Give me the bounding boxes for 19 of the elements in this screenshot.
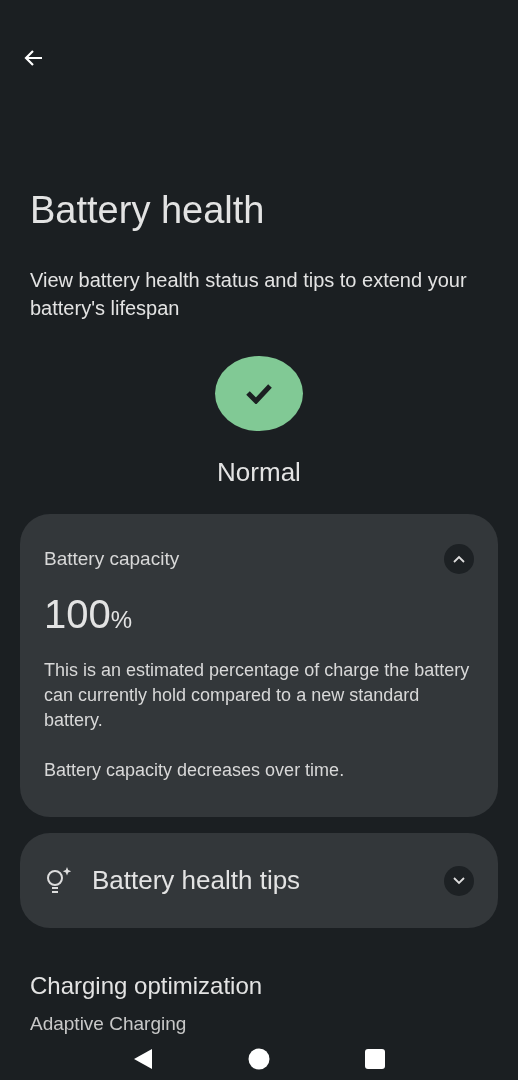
lightbulb-icon — [44, 865, 72, 896]
chevron-up-icon — [452, 554, 466, 564]
card-description: This is an estimated percentage of charge the battery can currently hold compared to a new standard battery. — [44, 659, 471, 733]
card-title: Battery health tips — [92, 864, 302, 898]
section-title: Charging optimization — [30, 971, 264, 1002]
page-title: Battery health — [30, 188, 266, 233]
home-nav-button[interactable] — [248, 1048, 270, 1071]
collapse-button[interactable] — [444, 544, 474, 575]
expand-button[interactable] — [444, 865, 474, 896]
back-nav-button[interactable] — [133, 1048, 153, 1071]
card-description: Battery capacity decreases over time. — [44, 759, 346, 783]
page-description: View battery health status and tips to extend your battery's lifespan — [30, 267, 468, 321]
section-subtitle: Adaptive Charging — [30, 1012, 188, 1037]
status-label: Normal — [216, 456, 302, 490]
card-title: Battery capacity — [44, 547, 180, 571]
chevron-down-icon — [452, 876, 466, 886]
capacity-value: 100% — [44, 592, 134, 637]
check-icon — [245, 382, 273, 405]
recents-nav-button[interactable] — [365, 1049, 385, 1070]
